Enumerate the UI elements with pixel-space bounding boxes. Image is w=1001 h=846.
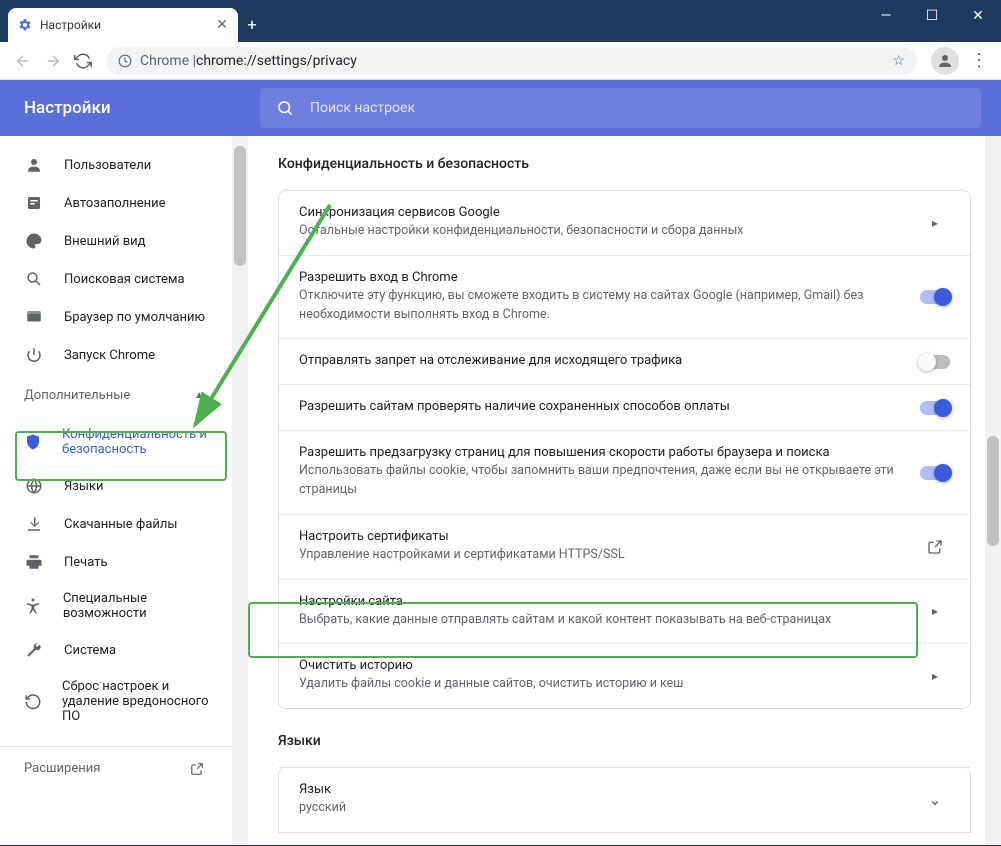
row-payment[interactable]: Разрешить сайтам проверять наличие сохра… bbox=[279, 384, 970, 430]
extensions-label: Расширения bbox=[24, 761, 100, 776]
browser-tab[interactable]: Настройки ✕ bbox=[8, 8, 238, 42]
chevron-right-icon: ▸ bbox=[920, 604, 950, 618]
row-clear-history[interactable]: Очистить историюУдалить файлы cookie и д… bbox=[279, 643, 970, 708]
search-placeholder: Поиск настроек bbox=[310, 100, 415, 116]
sidebar-label: Запуск Chrome bbox=[64, 348, 155, 363]
settings-header-title: Настройки bbox=[24, 98, 260, 118]
sidebar-item-default-browser[interactable]: Браузер по умолчанию bbox=[0, 298, 224, 336]
section-title-languages: Языки bbox=[278, 733, 971, 749]
browser-icon bbox=[24, 308, 44, 326]
settings-main: Конфиденциальность и безопасность Синхро… bbox=[248, 136, 1001, 845]
sidebar-label: Браузер по умолчанию bbox=[64, 310, 205, 325]
back-button[interactable] bbox=[8, 46, 38, 76]
sidebar-item-autofill[interactable]: Автозаполнение bbox=[0, 184, 224, 222]
reload-button[interactable] bbox=[68, 46, 98, 76]
toggle-preload[interactable] bbox=[920, 466, 950, 480]
wrench-icon bbox=[24, 641, 44, 659]
sidebar-label: Пользователи bbox=[64, 158, 151, 173]
chevron-up-icon: ▲ bbox=[194, 390, 204, 401]
sidebar-label: Конфиденциальность и безопасность bbox=[62, 427, 224, 457]
sidebar-item-accessibility[interactable]: Специальные возможности bbox=[0, 581, 224, 631]
browser-toolbar: Chrome | chrome://settings/privacy ☆ ⋮ bbox=[0, 42, 1001, 80]
sidebar-label: Печать bbox=[64, 555, 108, 570]
toggle-dnt[interactable] bbox=[920, 355, 950, 369]
row-site-settings[interactable]: Настройки сайтаВыбрать, какие данные отп… bbox=[279, 579, 970, 644]
settings-sidebar: Пользователи Автозаполнение Внешний вид … bbox=[0, 136, 248, 845]
palette-icon bbox=[24, 232, 44, 250]
power-icon bbox=[24, 346, 44, 364]
sidebar-extensions[interactable]: Расширения bbox=[0, 746, 248, 790]
launch-icon bbox=[190, 762, 204, 776]
minimize-button[interactable]: — bbox=[863, 0, 909, 32]
shield-icon bbox=[24, 433, 42, 451]
print-icon bbox=[24, 553, 44, 571]
globe-icon bbox=[24, 477, 44, 495]
sidebar-item-reset[interactable]: Сброс настроек и удаление вредоносного П… bbox=[0, 669, 224, 734]
url-path: chrome://settings/privacy bbox=[196, 53, 357, 69]
address-bar[interactable]: Chrome | chrome://settings/privacy ☆ bbox=[106, 47, 917, 75]
search-icon bbox=[276, 99, 294, 117]
section-title: Конфиденциальность и безопасность bbox=[278, 156, 971, 172]
row-signin[interactable]: Разрешить вход в ChromeОтключите эту фун… bbox=[279, 255, 970, 339]
window-controls: — ☐ ✕ bbox=[863, 0, 1001, 32]
sidebar-advanced-toggle[interactable]: Дополнительные ▲ bbox=[0, 374, 248, 417]
sidebar-item-privacy[interactable]: Конфиденциальность и безопасность bbox=[0, 417, 224, 467]
privacy-card: Синхронизация сервисов GoogleОстальные н… bbox=[278, 190, 971, 709]
sidebar-label: Поисковая система bbox=[64, 272, 185, 287]
row-dnt[interactable]: Отправлять запрет на отслеживание для ис… bbox=[279, 338, 970, 384]
sidebar-item-downloads[interactable]: Скачанные файлы bbox=[0, 505, 224, 543]
browser-menu-icon[interactable]: ⋮ bbox=[965, 50, 993, 71]
restore-icon bbox=[24, 693, 42, 711]
main-scrollbar[interactable] bbox=[985, 136, 1001, 845]
chevron-right-icon: ▸ bbox=[920, 216, 950, 230]
search-icon bbox=[24, 270, 44, 288]
download-icon bbox=[24, 515, 44, 533]
sidebar-item-startup[interactable]: Запуск Chrome bbox=[0, 336, 224, 374]
sidebar-label: Языки bbox=[64, 479, 104, 494]
sidebar-item-system[interactable]: Система bbox=[0, 631, 224, 669]
sidebar-item-languages[interactable]: Языки bbox=[0, 467, 224, 505]
toggle-payment[interactable] bbox=[920, 401, 950, 415]
site-info-icon[interactable] bbox=[118, 54, 132, 68]
settings-search[interactable]: Поиск настроек bbox=[260, 88, 981, 128]
sidebar-item-users[interactable]: Пользователи bbox=[0, 146, 224, 184]
sidebar-item-appearance[interactable]: Внешний вид bbox=[0, 222, 224, 260]
settings-header: Настройки Поиск настроек bbox=[0, 80, 1001, 136]
url-prefix: Chrome | bbox=[140, 53, 196, 69]
person-icon bbox=[24, 156, 44, 174]
tab-title: Настройки bbox=[40, 18, 101, 32]
chevron-down-icon: ⌄ bbox=[920, 790, 950, 809]
sidebar-label: Скачанные файлы bbox=[64, 517, 178, 532]
gear-icon bbox=[18, 18, 32, 32]
window-titlebar: Настройки ✕ + — ☐ ✕ bbox=[0, 0, 1001, 42]
row-preload[interactable]: Разрешить предзагрузку страниц для повыш… bbox=[279, 430, 970, 514]
new-tab-button[interactable]: + bbox=[238, 10, 266, 38]
close-window-button[interactable]: ✕ bbox=[955, 0, 1001, 32]
row-language[interactable]: Языкрусский ⌄ bbox=[279, 767, 970, 832]
toggle-signin[interactable] bbox=[920, 290, 950, 304]
sidebar-label: Внешний вид bbox=[64, 234, 146, 249]
chevron-right-icon: ▸ bbox=[920, 669, 950, 683]
row-sync[interactable]: Синхронизация сервисов GoogleОстальные н… bbox=[279, 191, 970, 255]
sidebar-label: Автозаполнение bbox=[64, 196, 166, 211]
sidebar-scrollbar[interactable] bbox=[232, 136, 248, 845]
sidebar-label: Сброс настроек и удаление вредоносного П… bbox=[62, 679, 224, 724]
sidebar-label: Система bbox=[64, 643, 116, 658]
row-certs[interactable]: Настроить сертификатыУправление настройк… bbox=[279, 514, 970, 579]
sidebar-label: Специальные возможности bbox=[63, 591, 224, 621]
forward-button[interactable] bbox=[38, 46, 68, 76]
advanced-label: Дополнительные bbox=[24, 388, 130, 403]
launch-icon bbox=[920, 539, 950, 555]
autofill-icon bbox=[24, 194, 44, 212]
close-tab-icon[interactable]: ✕ bbox=[216, 17, 228, 33]
accessibility-icon bbox=[24, 597, 43, 615]
sidebar-item-print[interactable]: Печать bbox=[0, 543, 224, 581]
sidebar-item-search[interactable]: Поисковая система bbox=[0, 260, 224, 298]
maximize-button[interactable]: ☐ bbox=[909, 0, 955, 32]
bookmark-icon[interactable]: ☆ bbox=[892, 53, 905, 69]
profile-avatar[interactable] bbox=[931, 47, 959, 75]
